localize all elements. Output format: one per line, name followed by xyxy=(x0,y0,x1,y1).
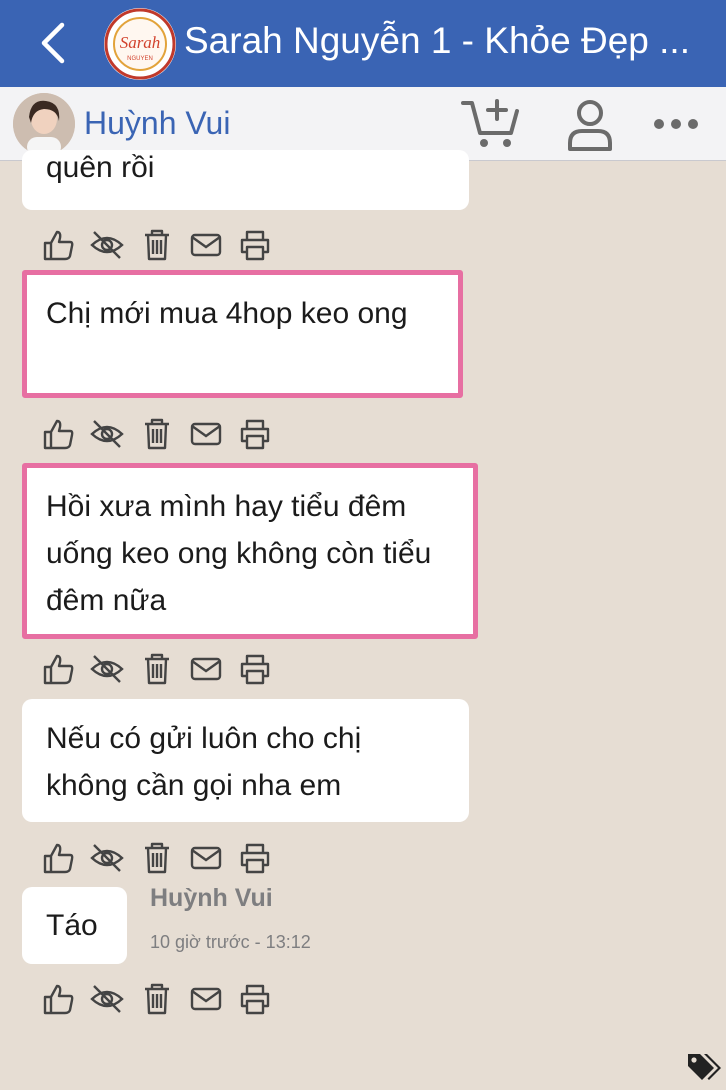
message-bubble[interactable]: Chị mới mua 4hop keo ong xyxy=(22,270,463,398)
print-icon[interactable] xyxy=(238,841,272,875)
message-bubble[interactable]: quên rồi xyxy=(22,150,469,210)
back-button[interactable] xyxy=(30,20,74,66)
trash-icon[interactable] xyxy=(140,652,174,686)
like-icon[interactable] xyxy=(42,652,76,686)
page-logo[interactable]: Sarah NGUYEN xyxy=(104,8,176,80)
message-text: Chị mới mua 4hop keo ong xyxy=(46,297,408,330)
message-text: Nếu có gửi luôn cho chị không cần gọi nh… xyxy=(46,722,362,802)
add-to-cart-icon xyxy=(461,99,519,147)
trash-icon[interactable] xyxy=(140,982,174,1016)
like-icon[interactable] xyxy=(42,417,76,451)
mail-icon[interactable] xyxy=(189,417,223,451)
print-icon[interactable] xyxy=(238,417,272,451)
tag-icon[interactable] xyxy=(684,1050,722,1084)
message-text: Hồi xưa mình hay tiểu đêm uống keo ong k… xyxy=(46,490,432,617)
trash-icon[interactable] xyxy=(140,228,174,262)
chevron-left-icon xyxy=(41,22,65,64)
message-text: Táo xyxy=(46,909,98,942)
mail-icon[interactable] xyxy=(189,841,223,875)
logo-text: Sarah xyxy=(120,33,161,52)
hide-icon[interactable] xyxy=(90,652,124,686)
profile-button[interactable] xyxy=(564,95,616,153)
avatar[interactable] xyxy=(13,93,75,155)
print-icon[interactable] xyxy=(238,982,272,1016)
message-timestamp: 10 giờ trước - 13:12 xyxy=(150,932,311,952)
page-title: Sarah Nguyễn 1 - Khỏe Đẹp ... xyxy=(184,20,690,61)
like-icon[interactable] xyxy=(42,841,76,875)
logo-subtext: NGUYEN xyxy=(127,56,153,62)
trash-icon[interactable] xyxy=(140,841,174,875)
hide-icon[interactable] xyxy=(90,417,124,451)
add-to-cart-button[interactable] xyxy=(460,95,522,153)
print-icon[interactable] xyxy=(238,228,272,262)
more-button[interactable] xyxy=(652,95,700,153)
message-bubble[interactable]: Táo xyxy=(22,887,127,964)
more-icon xyxy=(654,119,698,129)
print-icon[interactable] xyxy=(238,652,272,686)
top-bar: Sarah NGUYEN Sarah Nguyễn 1 - Khỏe Đẹp .… xyxy=(0,0,726,87)
trash-icon[interactable] xyxy=(140,417,174,451)
logo-badge-icon: Sarah NGUYEN xyxy=(104,8,176,80)
mail-icon[interactable] xyxy=(189,982,223,1016)
message-bubble[interactable]: Hồi xưa mình hay tiểu đêm uống keo ong k… xyxy=(22,463,478,639)
mail-icon[interactable] xyxy=(189,652,223,686)
hide-icon[interactable] xyxy=(90,228,124,262)
contact-name[interactable]: Huỳnh Vui xyxy=(84,103,230,143)
message-text: quên rồi xyxy=(46,151,155,184)
like-icon[interactable] xyxy=(42,982,76,1016)
message-bubble[interactable]: Nếu có gửi luôn cho chị không cần gọi nh… xyxy=(22,699,469,822)
person-icon xyxy=(568,100,612,151)
message-sender: Huỳnh Vui xyxy=(150,884,273,912)
like-icon[interactable] xyxy=(42,228,76,262)
hide-icon[interactable] xyxy=(90,982,124,1016)
mail-icon[interactable] xyxy=(189,228,223,262)
avatar-photo xyxy=(13,93,75,155)
hide-icon[interactable] xyxy=(90,841,124,875)
